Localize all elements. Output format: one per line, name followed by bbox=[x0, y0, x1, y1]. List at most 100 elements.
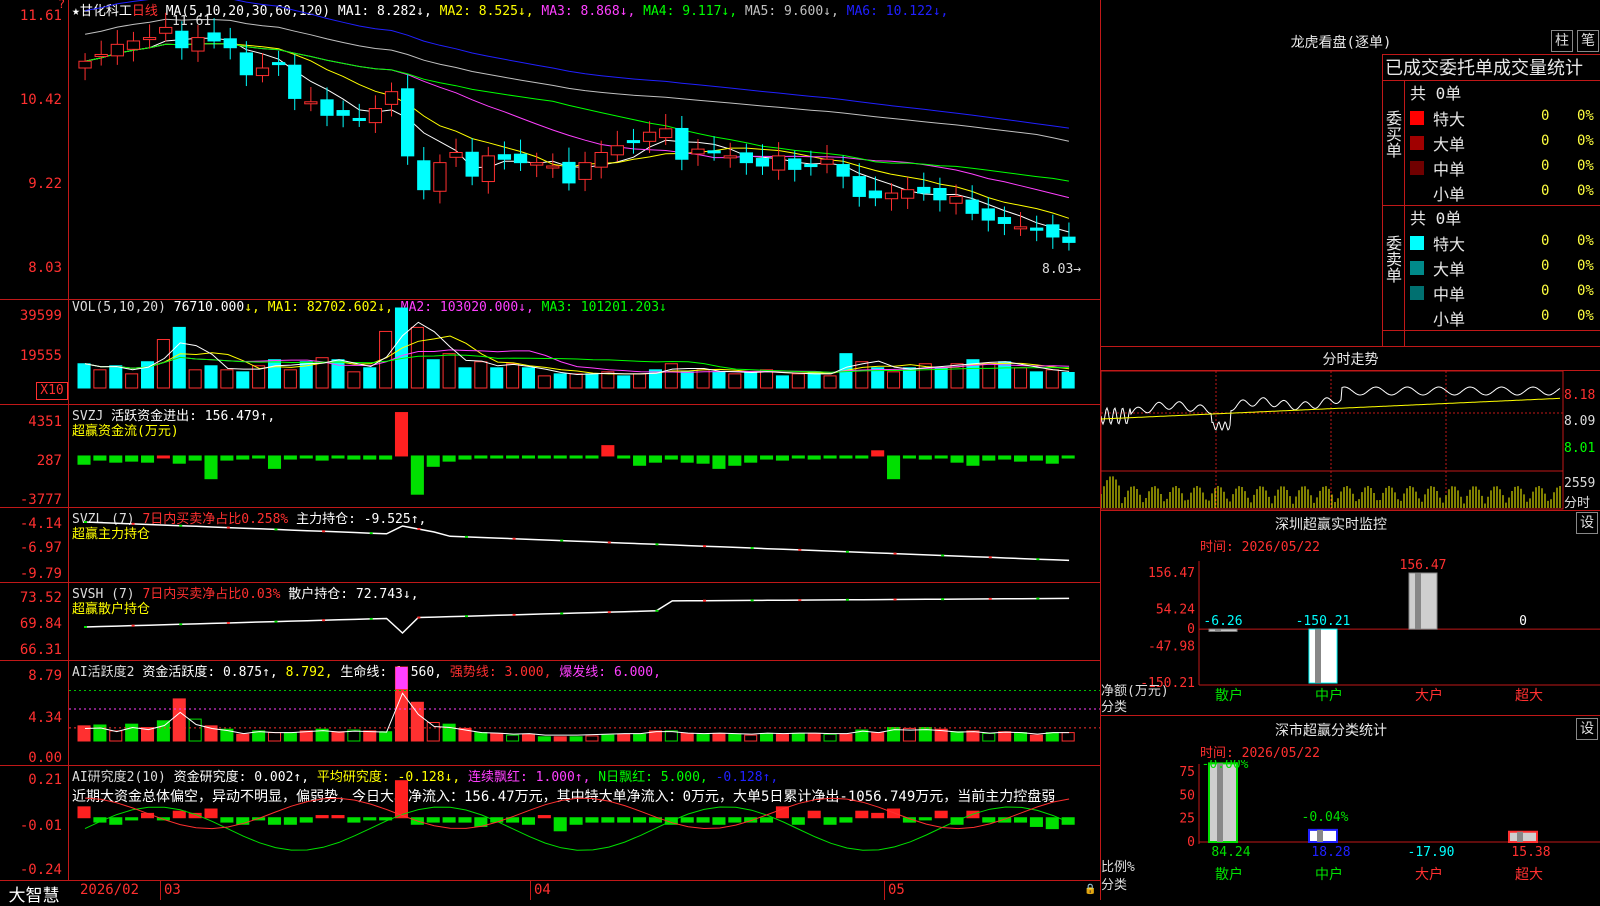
retail-holding-line-dot bbox=[226, 621, 230, 624]
menu-marker-icon[interactable]: ? bbox=[58, 0, 66, 10]
activity-bar bbox=[617, 733, 631, 742]
activity-bar bbox=[664, 730, 678, 742]
activity-bar bbox=[601, 734, 615, 742]
research-bar bbox=[601, 817, 615, 823]
volume-bar bbox=[1045, 369, 1059, 389]
candle-body bbox=[578, 162, 592, 180]
candle-body bbox=[1062, 236, 1076, 243]
svzj-y-tick: -3777 bbox=[19, 492, 62, 508]
ai1-y-tick: 0.00 bbox=[28, 750, 62, 766]
fund-flow-bar bbox=[744, 455, 758, 463]
svsh-y-tick: 73.52 bbox=[19, 590, 62, 606]
candle-body bbox=[1013, 226, 1028, 230]
left-charts[interactable]: ★甘化科工日线 MA(5,10,20,30,60,120) MA1: 8.282… bbox=[0, 0, 1100, 906]
volume-bar bbox=[633, 373, 647, 389]
volume-bar bbox=[236, 371, 250, 389]
fund-flow-bar bbox=[252, 455, 266, 459]
candle-body bbox=[320, 99, 334, 116]
monitor-bar-chart[interactable]: 156.4754.240-47.98-150.21-6.26散户-150.21中… bbox=[1101, 555, 1600, 715]
fund-flow-bar bbox=[537, 455, 551, 459]
retail-holding-line-dot bbox=[655, 609, 659, 612]
svsh-y-tick: 69.84 bbox=[19, 616, 62, 632]
ai-activity-chart[interactable] bbox=[69, 661, 1100, 765]
classify-bar-shade bbox=[1517, 831, 1523, 842]
monitor-settings-button[interactable]: 设 bbox=[1576, 512, 1598, 534]
fund-flow-bar bbox=[521, 455, 536, 459]
color-swatch bbox=[1410, 186, 1424, 200]
fund-flow-bar bbox=[918, 455, 932, 460]
ai2-y-tick: -0.01 bbox=[19, 818, 62, 834]
candle-body bbox=[223, 38, 237, 49]
svzj-chart[interactable] bbox=[69, 405, 1100, 507]
retail-holding-line-dot bbox=[845, 598, 849, 601]
fund-flow-bar bbox=[617, 455, 631, 459]
retail-holding-line-dot bbox=[274, 620, 278, 623]
volume-bar bbox=[267, 359, 282, 389]
vol-unit-badge[interactable]: X10 bbox=[36, 382, 68, 400]
research-bar bbox=[791, 817, 805, 825]
candle-body bbox=[917, 186, 931, 194]
fund-flow-bar bbox=[109, 455, 123, 463]
candlestick-chart[interactable] bbox=[69, 0, 1100, 299]
activity-bar bbox=[950, 731, 964, 742]
row-name: 中单 bbox=[1433, 285, 1466, 304]
classify-settings-button[interactable]: 设 bbox=[1576, 718, 1598, 740]
fund-flow-bar bbox=[426, 455, 440, 467]
volume-bar bbox=[728, 373, 742, 389]
main-holding-line-dot bbox=[655, 543, 659, 546]
volume-bar bbox=[188, 369, 202, 389]
main-holding-line-dot bbox=[274, 528, 278, 531]
svzl-chart[interactable] bbox=[69, 508, 1100, 582]
candle-body bbox=[949, 195, 963, 204]
lock-icon[interactable]: 🔒 bbox=[1084, 884, 1096, 895]
research-bar bbox=[426, 817, 440, 823]
activity-bar bbox=[283, 732, 297, 742]
row-pct: 0% bbox=[1577, 283, 1594, 299]
color-swatch bbox=[1410, 311, 1424, 325]
volume-chart[interactable] bbox=[69, 300, 1100, 404]
activity-bar bbox=[490, 732, 504, 742]
main-holding-line-dot bbox=[226, 526, 230, 529]
candle-body bbox=[481, 155, 495, 183]
fund-flow-bar bbox=[490, 455, 504, 459]
row-name: 小单 bbox=[1433, 310, 1466, 329]
research-bar bbox=[458, 817, 472, 823]
volume-bar bbox=[363, 367, 377, 389]
activity-bar bbox=[537, 736, 551, 742]
row-pct: 0% bbox=[1577, 133, 1594, 149]
svsh-chart[interactable] bbox=[69, 583, 1100, 660]
research-bar bbox=[521, 817, 536, 825]
panel-divider bbox=[0, 880, 1100, 881]
research-bar bbox=[1029, 817, 1043, 827]
volume-bar bbox=[1061, 372, 1075, 389]
fund-flow-bar bbox=[791, 455, 805, 459]
monitor-bar bbox=[1208, 628, 1238, 632]
candle-body bbox=[675, 127, 689, 160]
volume-bar bbox=[458, 367, 472, 389]
sell-row: 中单 0 0% bbox=[1405, 281, 1595, 305]
candle-body bbox=[965, 199, 979, 214]
classify-bar-chart[interactable]: 75 50 25 0 84.24 散户 18.28 中户 -17.90 大户 15.38 超大 -0.0… bbox=[1101, 760, 1600, 900]
ai-research-chart[interactable] bbox=[69, 766, 1100, 880]
fund-flow-bar bbox=[474, 455, 488, 459]
bar-view-button[interactable]: 柱 bbox=[1551, 30, 1573, 52]
volume-bar bbox=[442, 353, 456, 389]
svzl-y-tick: -6.97 bbox=[19, 540, 62, 556]
tick-view-button[interactable]: 笔 bbox=[1577, 30, 1599, 52]
volume-bar bbox=[537, 375, 551, 389]
price-y-tick: 10.42 bbox=[19, 92, 62, 108]
intraday-chart[interactable] bbox=[1101, 371, 1564, 510]
activity-bar bbox=[363, 730, 377, 742]
retail-holding-line-dot bbox=[369, 617, 373, 620]
fund-flow-bar bbox=[299, 455, 313, 459]
activity-bar bbox=[871, 732, 885, 742]
candle-body bbox=[610, 145, 624, 156]
fund-flow-bar bbox=[902, 455, 916, 459]
research-bar bbox=[77, 806, 91, 819]
retail-holding-line-dot bbox=[131, 624, 135, 627]
color-swatch bbox=[1410, 136, 1424, 150]
candle-body bbox=[933, 187, 947, 201]
main-holding-line-dot bbox=[369, 532, 373, 535]
row-count: 0 bbox=[1541, 258, 1550, 274]
fund-flow-bar bbox=[712, 455, 726, 469]
